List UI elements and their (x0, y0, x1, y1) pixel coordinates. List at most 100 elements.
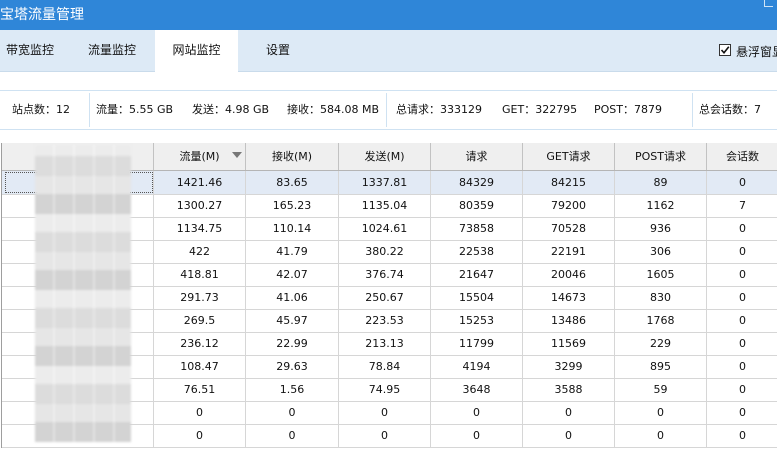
cell-get-requests: 84215 (523, 171, 615, 194)
cell-requests: 3648 (431, 378, 523, 401)
cell-received: 22.99 (246, 332, 339, 355)
cell-sent: 213.13 (339, 332, 431, 355)
cell-requests: 22538 (431, 240, 523, 263)
tab-bandwidth-monitor[interactable]: 带宽监控 (0, 30, 60, 71)
cell-sessions: 0 (739, 176, 746, 189)
cell-traffic: 1134.75 (154, 217, 246, 240)
cell-get-requests: 79200 (523, 194, 615, 217)
cell-traffic: 76.51 (154, 378, 246, 401)
cell-traffic: 291.73 (154, 286, 246, 309)
cell-post-requests: 0 (615, 401, 707, 424)
cell-sessions: 0 (739, 222, 746, 235)
cell-get-requests: 0 (523, 401, 615, 424)
cell-received: 29.63 (246, 355, 339, 378)
cell-traffic: 269.5 (154, 309, 246, 332)
cell-sessions: 0 (739, 314, 746, 327)
cell-received: 42.07 (246, 263, 339, 286)
cell-traffic: 1421.46 (154, 171, 246, 194)
cell-sent: 376.74 (339, 263, 431, 286)
tab-website-monitor[interactable]: 网站监控 (155, 30, 238, 72)
stat-get: GET：322795 (502, 103, 578, 116)
cell-get-requests: 11569 (523, 332, 615, 355)
col-header-sent[interactable]: 发送(M) (339, 143, 431, 170)
tab-settings[interactable]: 设置 (250, 30, 306, 71)
float-window-label: 悬浮窗显 (736, 45, 777, 59)
stats-divider (692, 93, 693, 127)
cell-traffic: 1300.27 (154, 194, 246, 217)
cell-requests: 84329 (431, 171, 523, 194)
cell-received: 41.79 (246, 240, 339, 263)
cell-get-requests: 3299 (523, 355, 615, 378)
cell-traffic: 0 (154, 401, 246, 424)
redacted-site-names (35, 145, 131, 442)
cell-traffic: 418.81 (154, 263, 246, 286)
cell-post-requests: 89 (615, 171, 707, 194)
cell-sent: 74.95 (339, 378, 431, 401)
cell-requests: 80359 (431, 194, 523, 217)
cell-sent: 250.67 (339, 286, 431, 309)
cell-sessions: 7 (739, 199, 746, 212)
cell-requests: 11799 (431, 332, 523, 355)
cell-sessions: 0 (739, 429, 746, 442)
cell-sessions: 0 (739, 383, 746, 396)
cell-post-requests: 229 (615, 332, 707, 355)
cell-received: 165.23 (246, 194, 339, 217)
cell-traffic: 108.47 (154, 355, 246, 378)
cell-received: 110.14 (246, 217, 339, 240)
stat-total-requests: 总请求：333129 (396, 103, 482, 116)
cell-sessions: 0 (739, 245, 746, 258)
cell-post-requests: 59 (615, 378, 707, 401)
cell-sent: 223.53 (339, 309, 431, 332)
cell-requests: 0 (431, 401, 523, 424)
cell-get-requests: 22191 (523, 240, 615, 263)
stat-sessions: 总会话数：7 (699, 103, 761, 116)
stat-post: POST：7879 (594, 103, 662, 116)
cell-post-requests: 1605 (615, 263, 707, 286)
cell-get-requests: 3588 (523, 378, 615, 401)
col-header-requests[interactable]: 请求 (431, 143, 523, 170)
cell-traffic: 0 (154, 424, 246, 447)
col-header-traffic-label: 流量(M) (179, 150, 220, 163)
cell-get-requests: 20046 (523, 263, 615, 286)
cell-post-requests: 306 (615, 240, 707, 263)
cell-get-requests: 70528 (523, 217, 615, 240)
cell-traffic: 236.12 (154, 332, 246, 355)
cell-requests: 15504 (431, 286, 523, 309)
col-header-received[interactable]: 接收(M) (246, 143, 339, 170)
cell-post-requests: 0 (615, 424, 707, 447)
sort-desc-icon (232, 152, 242, 158)
cell-received: 83.65 (246, 171, 339, 194)
cell-received: 1.56 (246, 378, 339, 401)
cell-sent: 0 (339, 401, 431, 424)
cell-post-requests: 1162 (615, 194, 707, 217)
check-icon (720, 46, 730, 55)
cell-post-requests: 936 (615, 217, 707, 240)
float-window-checkbox[interactable] (719, 44, 731, 56)
stats-bar: 站点数：12 流量：5.55 GB 发送：4.98 GB 接收：584.08 M… (0, 90, 777, 130)
col-header-post-requests[interactable]: POST请求 (615, 143, 707, 170)
cell-sessions: 0 (739, 360, 746, 373)
cell-post-requests: 1768 (615, 309, 707, 332)
cell-sent: 78.84 (339, 355, 431, 378)
cell-requests: 15253 (431, 309, 523, 332)
cell-received: 45.97 (246, 309, 339, 332)
tab-traffic-monitor[interactable]: 流量监控 (74, 30, 150, 71)
stats-divider (89, 93, 90, 127)
cell-sessions: 0 (739, 291, 746, 304)
cell-sent: 1135.04 (339, 194, 431, 217)
stat-sent: 发送：4.98 GB (192, 103, 270, 116)
col-header-traffic[interactable]: 流量(M) (154, 143, 246, 170)
window-corner-icon[interactable] (764, 0, 773, 7)
cell-get-requests: 13486 (523, 309, 615, 332)
cell-sent: 1337.81 (339, 171, 431, 194)
cell-sessions: 0 (739, 337, 746, 350)
cell-requests: 73858 (431, 217, 523, 240)
cell-received: 0 (246, 401, 339, 424)
cell-requests: 4194 (431, 355, 523, 378)
cell-sent: 1024.61 (339, 217, 431, 240)
cell-sessions: 0 (739, 268, 746, 281)
stat-received: 接收：584.08 MB (287, 103, 380, 116)
col-header-sessions[interactable]: 会话数 (707, 143, 777, 170)
stat-sites: 站点数：12 (12, 103, 70, 116)
col-header-get-requests[interactable]: GET请求 (523, 143, 615, 170)
